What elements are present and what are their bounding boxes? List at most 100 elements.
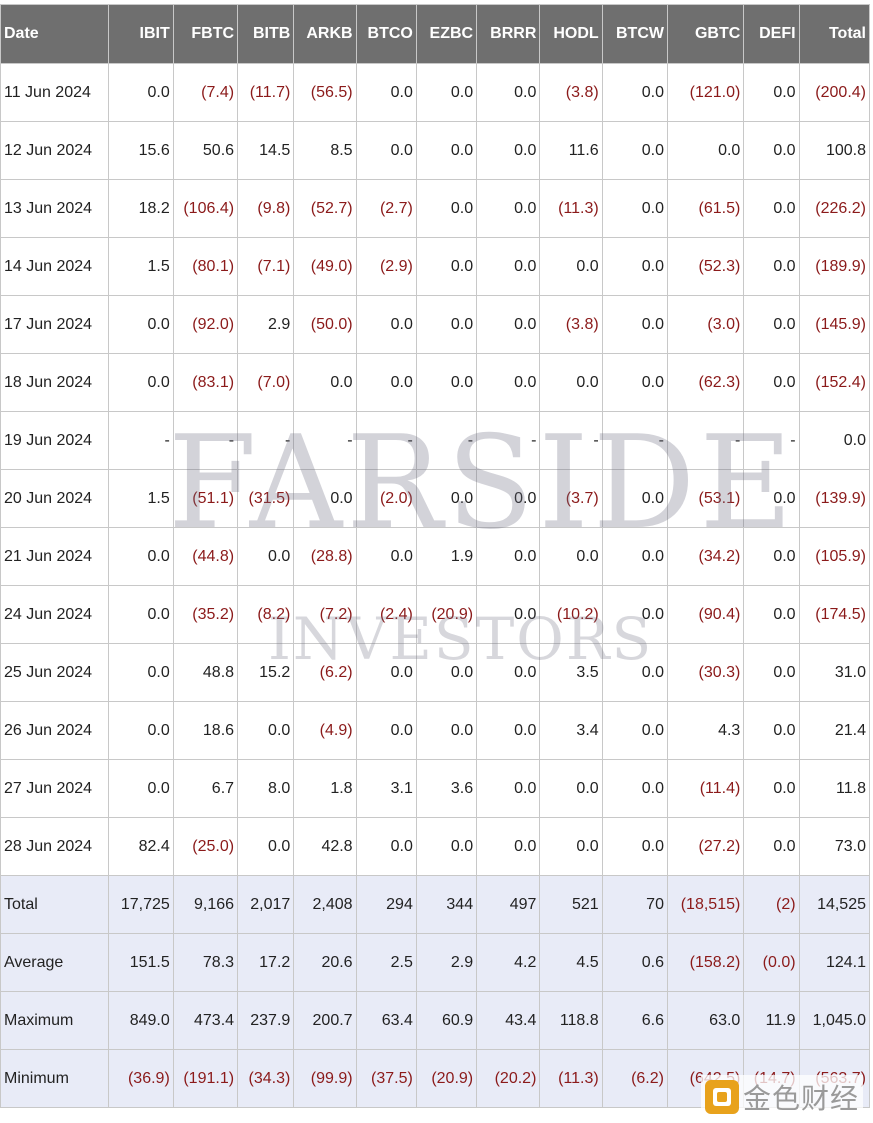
- flow-cell-arkb: 1.8: [293, 759, 357, 818]
- summary-label: Maximum: [0, 991, 110, 1050]
- flow-cell-hodl: -: [539, 411, 603, 470]
- flow-cell-gbtc: (27.2): [666, 817, 745, 876]
- flow-cell-arkb: 20.6: [293, 933, 357, 992]
- flow-cell-fbtc: (7.4): [172, 63, 239, 122]
- flow-cell-btcw: 0.0: [601, 701, 668, 760]
- flow-cell-btcw: (6.2): [601, 1049, 668, 1108]
- date-cell: 13 Jun 2024: [0, 179, 110, 238]
- flow-cell-total: 73.0: [798, 817, 871, 876]
- table-row: 21 Jun 2024 0.0 (44.8) 0.0 (28.8) 0.0 1.9 0.0 0.…: [0, 527, 871, 586]
- flow-cell-arkb: (50.0): [293, 295, 357, 354]
- flow-cell-hodl: (3.8): [539, 63, 603, 122]
- flow-cell-btcw: 0.0: [601, 353, 668, 412]
- flow-cell-btcw: 0.0: [601, 63, 668, 122]
- flow-cell-ezbc: 0.0: [415, 643, 478, 702]
- flow-cell-total: (189.9): [798, 237, 871, 296]
- flow-cell-bitb: (9.8): [237, 179, 295, 238]
- flow-cell-gbtc: (62.3): [666, 353, 745, 412]
- flow-cell-brrr: 0.0: [476, 295, 541, 354]
- flow-cell-fbtc: (80.1): [172, 237, 239, 296]
- table-row: 13 Jun 2024 18.2 (106.4) (9.8) (52.7) (2.7) 0.…: [0, 179, 871, 238]
- flow-cell-ibit: -: [108, 411, 174, 470]
- flow-cell-ibit: 1.5: [108, 469, 174, 528]
- flow-cell-bitb: 14.5: [237, 121, 295, 180]
- flow-cell-total: (105.9): [798, 527, 871, 586]
- flow-cell-arkb: 0.0: [293, 469, 357, 528]
- column-header-ibit: IBIT: [108, 4, 174, 64]
- flow-cell-btcw: 0.0: [601, 179, 668, 238]
- flow-cell-gbtc: (3.0): [666, 295, 745, 354]
- date-cell: 14 Jun 2024: [0, 237, 110, 296]
- flow-cell-btcw: 6.6: [601, 991, 668, 1050]
- column-header-arkb: ARKB: [293, 4, 357, 64]
- flow-cell-gbtc: (61.5): [666, 179, 745, 238]
- flow-cell-defi: 0.0: [743, 179, 800, 238]
- flow-cell-btco: 0.0: [355, 63, 417, 122]
- flow-cell-ezbc: (20.9): [415, 1049, 478, 1108]
- flow-cell-fbtc: 473.4: [172, 991, 239, 1050]
- jinse-logo-icon: [704, 1080, 739, 1114]
- flow-cell-ibit: 82.4: [108, 817, 174, 876]
- date-cell: 21 Jun 2024: [0, 527, 110, 586]
- column-header-date: Date: [0, 4, 110, 64]
- flow-cell-defi: 0.0: [743, 237, 800, 296]
- corner-logo: 金色财经: [700, 1075, 863, 1119]
- flow-cell-btcw: 0.0: [601, 527, 668, 586]
- flow-cell-hodl: 0.0: [539, 817, 603, 876]
- flow-cell-ibit: 0.0: [108, 585, 174, 644]
- flow-cell-brrr: 497: [476, 875, 541, 934]
- flow-cell-ibit: 0.0: [108, 353, 174, 412]
- table-row: 12 Jun 2024 15.6 50.6 14.5 8.5 0.0 0.0 0.0 11.6 0…: [0, 121, 871, 180]
- flow-cell-ibit: 17,725: [108, 875, 174, 934]
- flow-cell-bitb: 0.0: [237, 701, 295, 760]
- column-header-fbtc: FBTC: [172, 4, 239, 64]
- flow-cell-fbtc: 48.8: [172, 643, 239, 702]
- flow-cell-defi: 0.0: [743, 817, 800, 876]
- date-cell: 19 Jun 2024: [0, 411, 110, 470]
- column-header-ezbc: EZBC: [415, 4, 478, 64]
- date-cell: 28 Jun 2024: [0, 817, 110, 876]
- flow-cell-defi: 0.0: [743, 469, 800, 528]
- summary-label: Total: [0, 875, 110, 934]
- flow-cell-ibit: 0.0: [108, 643, 174, 702]
- flow-cell-ibit: 0.0: [108, 527, 174, 586]
- flow-cell-ibit: 849.0: [108, 991, 174, 1050]
- table-row: 25 Jun 2024 0.0 48.8 15.2 (6.2) 0.0 0.0 0.0 3.5 0…: [0, 643, 871, 702]
- flow-cell-arkb: -: [293, 411, 357, 470]
- flow-cell-brrr: 0.0: [476, 527, 541, 586]
- flow-cell-gbtc: (34.2): [666, 527, 745, 586]
- flow-cell-brrr: 0.0: [476, 817, 541, 876]
- flow-cell-gbtc: (11.4): [666, 759, 745, 818]
- table-row: 28 Jun 2024 82.4 (25.0) 0.0 42.8 0.0 0.0 0.0 0.0…: [0, 817, 871, 876]
- flow-cell-brrr: 0.0: [476, 643, 541, 702]
- date-cell: 24 Jun 2024: [0, 585, 110, 644]
- flow-cell-ezbc: 0.0: [415, 295, 478, 354]
- table-row: 14 Jun 2024 1.5 (80.1) (7.1) (49.0) (2.9) 0.0 0…: [0, 237, 871, 296]
- flow-cell-defi: 11.9: [743, 991, 800, 1050]
- flow-cell-gbtc: 63.0: [666, 991, 745, 1050]
- flow-cell-ezbc: 2.9: [415, 933, 478, 992]
- flow-cell-btco: 0.0: [355, 527, 417, 586]
- table-row: 17 Jun 2024 0.0 (92.0) 2.9 (50.0) 0.0 0.0 0.0 (3…: [0, 295, 871, 354]
- flow-cell-bitb: -: [237, 411, 295, 470]
- flow-cell-defi: 0.0: [743, 643, 800, 702]
- flow-cell-btcw: 70: [601, 875, 668, 934]
- flow-cell-brrr: 0.0: [476, 63, 541, 122]
- table-row: 11 Jun 2024 0.0 (7.4) (11.7) (56.5) 0.0 0.0 0.0…: [0, 63, 871, 122]
- date-cell: 25 Jun 2024: [0, 643, 110, 702]
- flow-cell-fbtc: (51.1): [172, 469, 239, 528]
- flow-cell-bitb: (7.0): [237, 353, 295, 412]
- flow-cell-btco: -: [355, 411, 417, 470]
- flow-cell-bitb: (11.7): [237, 63, 295, 122]
- flow-cell-brrr: 0.0: [476, 121, 541, 180]
- flow-cell-bitb: (8.2): [237, 585, 295, 644]
- flow-cell-arkb: (7.2): [293, 585, 357, 644]
- flow-cell-btcw: 0.0: [601, 585, 668, 644]
- flow-cell-hodl: (3.7): [539, 469, 603, 528]
- flow-cell-total: 21.4: [798, 701, 871, 760]
- flow-cell-ezbc: 1.9: [415, 527, 478, 586]
- summary-row: Total 17,725 9,166 2,017 2,408 294 344 497 521 70…: [0, 875, 871, 934]
- column-header-gbtc: GBTC: [666, 4, 745, 64]
- flow-cell-ibit: 1.5: [108, 237, 174, 296]
- table-row: 20 Jun 2024 1.5 (51.1) (31.5) 0.0 (2.0) 0.0 0.0…: [0, 469, 871, 528]
